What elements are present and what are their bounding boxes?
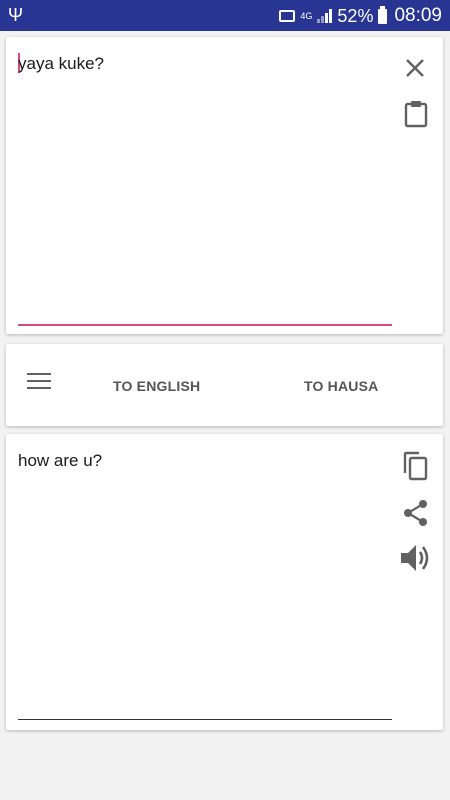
output-text: how are u? bbox=[18, 451, 103, 470]
to-english-button[interactable]: TO ENGLISH bbox=[113, 378, 200, 394]
volume-icon[interactable] bbox=[400, 542, 434, 574]
usb-icon: Ψ bbox=[8, 5, 24, 25]
to-hausa-button[interactable]: TO HAUSA bbox=[304, 378, 378, 394]
battery-percent: 52% bbox=[337, 5, 374, 26]
close-icon[interactable] bbox=[404, 57, 426, 79]
cast-icon bbox=[279, 10, 296, 22]
language-toolbar: TO ENGLISH TO HAUSA bbox=[6, 344, 443, 426]
menu-icon[interactable] bbox=[27, 372, 51, 395]
output-underline bbox=[18, 719, 392, 720]
output-card: how are u? bbox=[6, 434, 443, 730]
share-icon[interactable] bbox=[403, 499, 429, 527]
clipboard-icon[interactable] bbox=[404, 100, 428, 128]
input-text-field[interactable]: yaya kuke? bbox=[18, 54, 104, 74]
signal-icon bbox=[317, 9, 333, 23]
copy-icon[interactable] bbox=[402, 451, 428, 481]
input-card: yaya kuke? bbox=[6, 37, 443, 334]
network-type: 4G bbox=[300, 10, 313, 21]
status-bar: Ψ 4G 52% 08:09 bbox=[0, 0, 450, 31]
input-underline bbox=[18, 324, 392, 326]
status-bar-right: 4G 52% 08:09 bbox=[279, 3, 442, 29]
battery-icon bbox=[378, 5, 388, 24]
clock: 08:09 bbox=[394, 5, 442, 26]
